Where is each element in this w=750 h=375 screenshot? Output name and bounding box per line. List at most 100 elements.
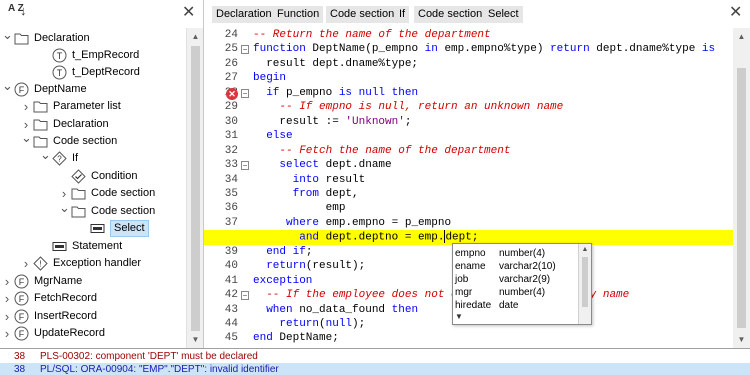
code-token: when xyxy=(266,303,300,316)
code-token: into xyxy=(292,173,326,186)
code-line[interactable]: -- Fetch the name of the department xyxy=(253,144,733,159)
code-line[interactable]: result := 'Unknown'; xyxy=(253,115,733,130)
breadcrumb-item[interactable]: Code section xyxy=(414,6,487,23)
chevron-down-icon[interactable]: ⌄ xyxy=(21,129,32,146)
fold-toggle-icon[interactable]: − xyxy=(241,291,249,301)
error-icon[interactable]: ✕ xyxy=(226,87,238,100)
scroll-up-icon[interactable]: ▲ xyxy=(733,28,750,45)
code-token: in xyxy=(424,43,445,56)
code-token: ( xyxy=(319,318,326,330)
close-structure-panel-button[interactable]: ✕ xyxy=(182,5,195,21)
editor-scroll-thumb[interactable] xyxy=(737,68,746,328)
breadcrumb-item[interactable]: If xyxy=(395,6,410,23)
sort-alphabetical-button[interactable]: A Z ↓ xyxy=(8,4,30,24)
chevron-down-icon[interactable]: ⌄ xyxy=(2,28,13,43)
code-line[interactable]: from dept, xyxy=(253,187,733,202)
tree-node[interactable]: › Parameter list xyxy=(0,98,186,115)
tree-node[interactable]: › F InsertRecord xyxy=(0,308,186,325)
chevron-down-icon[interactable]: ⌄ xyxy=(59,199,70,216)
chevron-right-icon[interactable]: › xyxy=(2,290,12,307)
breadcrumb-item[interactable]: Select xyxy=(484,6,523,23)
statement-icon xyxy=(52,239,67,254)
code-line[interactable]: where emp.empno = p_empno xyxy=(253,216,733,231)
line-number: 32 xyxy=(224,144,238,157)
tree-node[interactable]: › F UpdateRecord xyxy=(0,325,186,342)
sort-icon: A Z xyxy=(8,3,24,14)
folder-icon xyxy=(33,99,48,114)
statement-icon xyxy=(90,221,105,236)
structure-tree: ⌄ Declaration Tt_EmpRecord Tt_DeptRecord ⌄ F D… xyxy=(0,28,186,348)
scroll-down-icon[interactable]: ▼ xyxy=(733,331,750,348)
code-line[interactable]: else xyxy=(253,129,733,144)
line-number: 39 xyxy=(224,245,238,258)
tree-node[interactable]: Statement xyxy=(0,238,186,255)
tree-node[interactable]: ⌄ F DeptName xyxy=(0,78,186,98)
code-line[interactable]: result dept.dname%type; xyxy=(253,57,733,72)
chevron-right-icon[interactable]: › xyxy=(2,325,12,342)
code-token: emp.empno = p_empno xyxy=(325,216,452,229)
chevron-right-icon[interactable]: › xyxy=(2,308,12,325)
tree-node[interactable]: Tt_EmpRecord xyxy=(0,47,186,64)
tree-node[interactable]: › Code section xyxy=(0,185,186,202)
fold-toggle-icon[interactable]: − xyxy=(241,161,249,171)
breadcrumb-item[interactable]: Function xyxy=(273,6,324,23)
tree-node[interactable]: ⌄? If xyxy=(0,147,186,167)
code-line[interactable]: -- Return the name of the department xyxy=(253,28,733,43)
scroll-up-icon[interactable]: ▲ xyxy=(187,28,204,45)
tree-node[interactable]: ⌄ Code section xyxy=(0,200,186,220)
tree-node-label: Declaration xyxy=(53,118,109,130)
code-line[interactable]: end DeptName; xyxy=(253,331,733,346)
code-token: return xyxy=(279,318,320,330)
tree-node[interactable]: › F MgrName xyxy=(0,273,186,290)
message-row[interactable]: 38 PL/SQL: ORA-00904: "EMP"."DEPT": inval… xyxy=(0,363,750,375)
line-number: 35 xyxy=(224,187,238,200)
fold-toggle-icon[interactable]: − xyxy=(241,45,249,55)
line-number: 40 xyxy=(224,260,238,273)
scroll-down-icon[interactable]: ▼ xyxy=(187,331,204,348)
tree-node[interactable]: ⌄ Declaration xyxy=(0,28,186,47)
close-editor-button[interactable]: ✕ xyxy=(729,5,742,21)
tree-node[interactable]: ›! Exception handler xyxy=(0,255,186,272)
code-completion-popup[interactable]: empno number(4) ename varchar2(10) job varcha… xyxy=(452,243,592,325)
code-line[interactable]: select dept.dname xyxy=(253,158,733,173)
code-token: select xyxy=(279,159,326,172)
svg-text:T: T xyxy=(57,68,63,78)
svg-text:F: F xyxy=(19,329,25,339)
code-token: ); xyxy=(352,318,366,330)
completion-scrollbar[interactable]: ▲ xyxy=(578,244,591,324)
svg-text:F: F xyxy=(19,312,25,322)
tree-scrollbar[interactable]: ▲ ▼ xyxy=(186,28,203,348)
chevron-right-icon[interactable]: › xyxy=(21,255,31,272)
tree-scroll-thumb[interactable] xyxy=(191,46,200,331)
breadcrumb-item[interactable]: Code section xyxy=(326,6,399,23)
code-line[interactable]: begin xyxy=(253,71,733,86)
tree-node[interactable]: ⌄ Code section xyxy=(0,130,186,150)
chevron-down-icon[interactable]: ⌄ xyxy=(2,77,13,94)
completion-name: job xyxy=(455,274,469,285)
code-line[interactable]: function DeptName(p_empno in emp.empno%t… xyxy=(253,42,733,57)
scroll-up-icon[interactable]: ▲ xyxy=(579,244,591,256)
fold-toggle-icon[interactable]: − xyxy=(241,88,249,98)
code-line[interactable]: -- If empno is null, return an unknown n… xyxy=(253,100,733,115)
line-number: 43 xyxy=(224,303,238,316)
code-token: dept.dname%type xyxy=(596,43,702,56)
chevron-right-icon[interactable]: › xyxy=(2,273,12,290)
message-row[interactable]: 38 PLS-00302: component 'DEPT' must be de… xyxy=(0,350,750,363)
tree-node-label: UpdateRecord xyxy=(34,327,105,339)
svg-text:!: ! xyxy=(39,260,41,269)
chevron-right-icon[interactable]: › xyxy=(21,98,31,115)
breadcrumb-item[interactable]: Declaration xyxy=(212,6,276,23)
line-number: 37 xyxy=(224,216,238,229)
code-line[interactable]: into result xyxy=(253,173,733,188)
tree-node[interactable]: Tt_DeptRecord xyxy=(0,64,186,81)
code-line[interactable]: if p_empno is null then xyxy=(253,86,733,101)
more-items-icon[interactable]: ▼ xyxy=(455,312,463,321)
completion-scroll-thumb[interactable] xyxy=(582,257,588,307)
chevron-down-icon[interactable]: ⌄ xyxy=(40,146,51,163)
tree-node[interactable]: › F FetchRecord xyxy=(0,290,186,307)
tree-node[interactable]: Condition xyxy=(0,168,186,185)
editor-scrollbar[interactable]: ▲ ▼ xyxy=(733,28,750,348)
code-line[interactable]: emp xyxy=(253,201,733,216)
tree-node[interactable]: Select xyxy=(0,220,186,237)
